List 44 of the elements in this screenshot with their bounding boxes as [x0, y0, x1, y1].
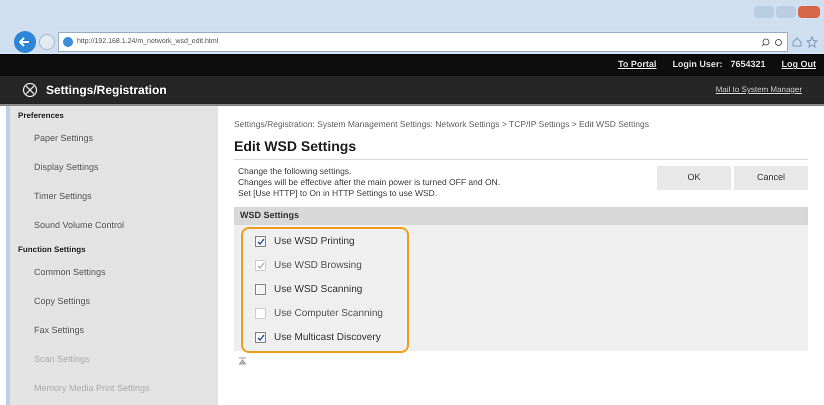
- sidebar-item[interactable]: Copy Settings: [10, 287, 218, 316]
- sidebar-item[interactable]: Paper Settings: [10, 124, 218, 153]
- logout-link[interactable]: Log Out: [782, 58, 816, 72]
- option-label: Use WSD Scanning: [274, 283, 362, 298]
- checkbox[interactable]: [255, 236, 266, 248]
- option-label: Use Computer Scanning: [274, 307, 383, 322]
- forward-icon[interactable]: [39, 34, 55, 50]
- option-label: Use Multicast Discovery: [274, 331, 381, 346]
- sidebar-item[interactable]: Timer Settings: [10, 182, 218, 211]
- page-title: Edit WSD Settings: [234, 136, 808, 160]
- refresh-icon[interactable]: [774, 38, 783, 46]
- sidebar-item[interactable]: Display Settings: [10, 153, 218, 182]
- sidebar-item[interactable]: Fax Settings: [10, 316, 218, 345]
- login-label: Login User:: [672, 58, 722, 72]
- close-icon[interactable]: [798, 6, 820, 18]
- checkbox[interactable]: [255, 284, 266, 296]
- instruction-text: Set [Use HTTP] to On in HTTP Settings to use WSD.: [238, 188, 438, 199]
- instruction-text: Changes will be effective after the main power is turned OFF and ON.: [238, 176, 500, 188]
- browser-logo-icon: [63, 37, 73, 47]
- search-icon[interactable]: [761, 38, 770, 46]
- option-label: Use WSD Printing: [274, 235, 355, 250]
- section-title: WSD Settings: [240, 209, 300, 222]
- dialog-button[interactable]: OK: [657, 166, 731, 190]
- login-user: 7654321: [730, 58, 766, 72]
- mail-link[interactable]: Mail to System Manager: [716, 84, 802, 96]
- dialog-button[interactable]: Cancel: [734, 166, 808, 190]
- scroll-top-icon[interactable]: [238, 356, 247, 366]
- option-label: Use WSD Browsing: [274, 259, 362, 274]
- header-title: Settings/Registration: [46, 82, 168, 99]
- instruction-text: Change the following settings.: [238, 166, 352, 177]
- back-icon[interactable]: [14, 31, 36, 53]
- sidebar-heading: Preferences: [17, 110, 65, 122]
- sidebar-item[interactable]: Sound Volume Control: [10, 211, 218, 240]
- sidebar-item[interactable]: Common Settings: [10, 258, 218, 287]
- gear-icon: [22, 82, 38, 98]
- portal-link[interactable]: To Portal: [618, 58, 656, 72]
- breadcrumb: Settings/Registration: System Management Settings: Network Settings > TCP/IP Settings > Edit WSD Settings: [234, 118, 650, 131]
- home-icon[interactable]: [791, 36, 803, 48]
- star-icon[interactable]: [806, 36, 818, 48]
- sidebar-heading: Function Settings: [17, 244, 87, 256]
- check-icon: [256, 262, 264, 270]
- check-icon: [256, 238, 264, 246]
- checkbox[interactable]: [255, 332, 266, 344]
- check-icon: [256, 334, 264, 342]
